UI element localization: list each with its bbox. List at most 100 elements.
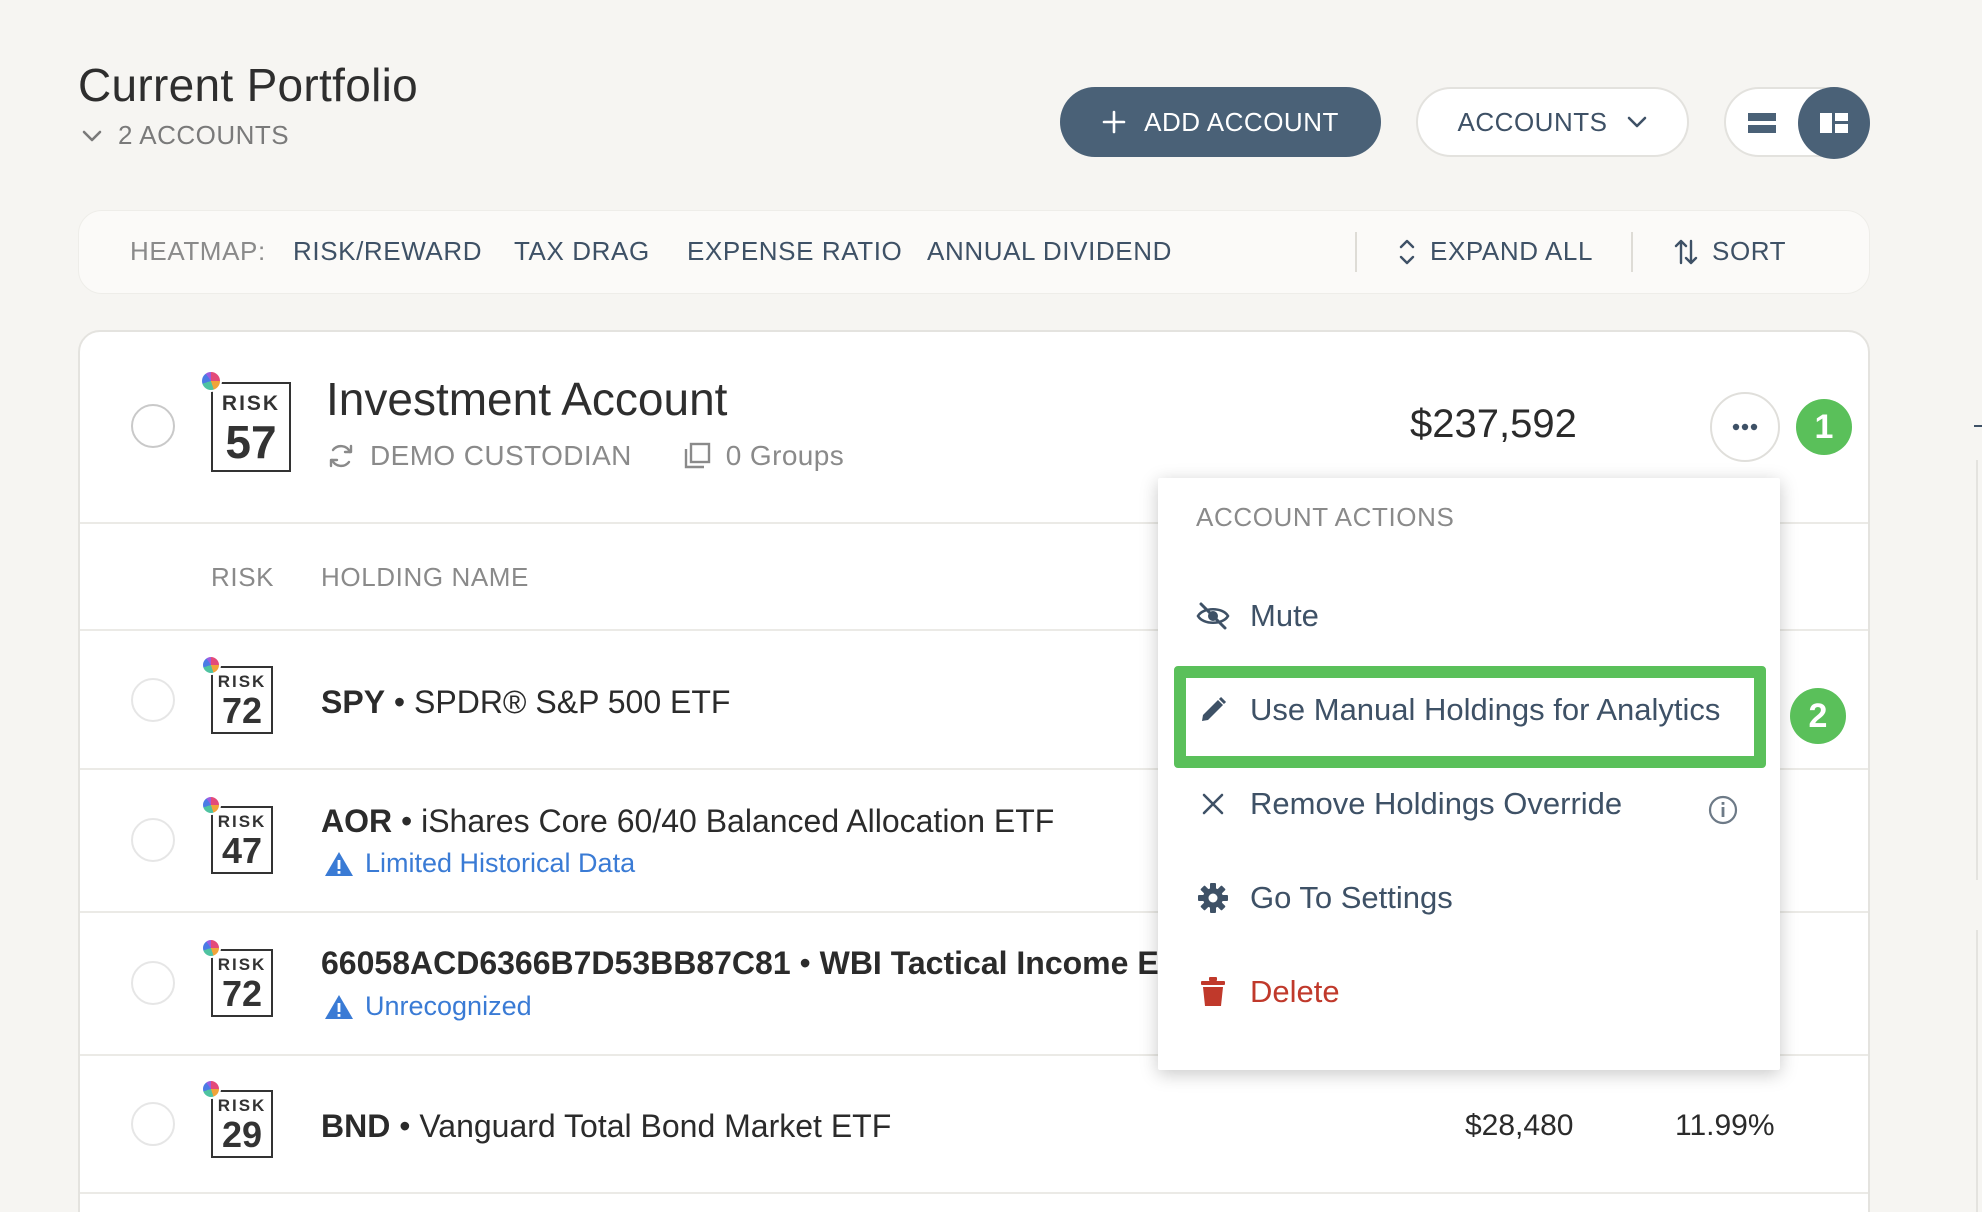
highlight-box [1174, 666, 1766, 768]
holding-name: WBI Tactical Income ETF [819, 945, 1198, 981]
account-select-radio[interactable] [131, 404, 175, 448]
step-1-badge: 1 [1796, 399, 1852, 455]
risk-label: RISK [217, 955, 267, 974]
close-icon [1196, 787, 1230, 821]
holding-name: iShares Core 60/40 Balanced Allocation E… [421, 803, 1055, 839]
account-actions-button[interactable] [1710, 392, 1780, 462]
limited-data-warning[interactable]: Limited Historical Data [323, 848, 635, 879]
risk-label: RISK [221, 392, 281, 415]
holding-value: $28,480 [1465, 1109, 1574, 1142]
heatmap-tax-drag[interactable]: TAX DRAG [514, 236, 650, 267]
step-2-badge: 2 [1790, 688, 1846, 744]
holding-ticker: BND [321, 1108, 391, 1144]
divider [1631, 232, 1633, 272]
holding-ticker: AOR [321, 803, 393, 839]
risk-score: 72 [221, 973, 263, 1014]
risk-score: 47 [221, 830, 263, 871]
holding-title[interactable]: SPY • SPDR® S&P 500 ETF [321, 684, 730, 721]
account-name[interactable]: Investment Account [326, 372, 727, 426]
expand-all-button[interactable]: EXPAND ALL [1398, 236, 1593, 267]
accounts-count-label: 2 ACCOUNTS [118, 120, 290, 150]
eye-slash-icon [1196, 599, 1230, 633]
edge-line [1976, 460, 1978, 880]
menu-item-label: Remove Holdings Override [1250, 786, 1623, 821]
risk-label: RISK [217, 672, 267, 691]
heatmap-expense-ratio[interactable]: EXPENSE RATIO [687, 236, 902, 267]
custodian-label: DEMO CUSTODIAN [370, 440, 632, 471]
holding-title[interactable]: AOR • iShares Core 60/40 Balanced Alloca… [321, 803, 1054, 840]
holding-name: Vanguard Total Bond Market ETF [419, 1108, 892, 1144]
holding-select-radio[interactable] [131, 1102, 175, 1146]
gear-icon [1196, 881, 1230, 915]
risk-indicator-icon [201, 938, 221, 958]
plus-icon [1102, 110, 1126, 134]
risk-label: RISK [217, 812, 267, 831]
chevron-down-icon [1627, 116, 1647, 128]
holding-select-radio[interactable] [131, 678, 175, 722]
expand-all-label: EXPAND ALL [1430, 236, 1594, 266]
accounts-dropdown-button[interactable]: ACCOUNTS [1416, 87, 1689, 157]
view-toggle [1724, 87, 1870, 159]
risk-indicator-icon [201, 655, 221, 675]
holding-risk-badge: RISK 29 [211, 1090, 273, 1158]
page-title: Current Portfolio [78, 59, 419, 111]
holding-risk-badge: RISK 72 [211, 666, 273, 734]
account-actions-menu: ACCOUNT ACTIONS Mute Use Manual Holdings… [1158, 478, 1780, 1070]
risk-indicator-icon [200, 370, 222, 392]
list-view-icon[interactable] [1740, 101, 1784, 145]
add-account-label: ADD ACCOUNT [1144, 106, 1339, 137]
column-header-risk[interactable]: RISK [211, 562, 274, 593]
account-meta: DEMO CUSTODIAN 0 Groups [326, 440, 844, 472]
menu-heading: ACCOUNT ACTIONS [1196, 502, 1455, 532]
holding-select-radio[interactable] [131, 818, 175, 862]
risk-score: 57 [225, 416, 277, 468]
holding-ticker: SPY [321, 684, 386, 720]
holding-percent: 11.99% [1675, 1109, 1775, 1142]
menu-item-delete[interactable]: Delete [1196, 974, 1340, 1010]
more-icon [1732, 423, 1758, 431]
info-icon[interactable] [1708, 795, 1738, 825]
heatmap-risk-reward[interactable]: RISK/REWARD [293, 236, 482, 267]
menu-item-label: Mute [1250, 598, 1319, 633]
groups-label[interactable]: 0 Groups [726, 440, 844, 472]
menu-item-remove-override[interactable]: Remove Holdings Override [1196, 786, 1622, 822]
accounts-count-toggle[interactable]: 2 ACCOUNTS [82, 120, 289, 151]
separator: • [393, 684, 406, 720]
risk-indicator-icon [201, 1079, 221, 1099]
holding-title[interactable]: 66058ACD6366B7D53BB87C81 • WBI Tactical … [321, 945, 1198, 982]
risk-score: 29 [221, 1114, 263, 1155]
trash-icon [1196, 975, 1230, 1009]
separator: • [799, 945, 811, 981]
heatmap-annual-dividend[interactable]: ANNUAL DIVIDEND [927, 236, 1172, 267]
menu-item-mute[interactable]: Mute [1196, 598, 1319, 634]
sort-button[interactable]: SORT [1674, 236, 1786, 267]
holding-select-radio[interactable] [131, 961, 175, 1005]
holding-title[interactable]: BND • Vanguard Total Bond Market ETF [321, 1108, 891, 1145]
account-value: $237,592 [1410, 402, 1577, 446]
holding-ticker: 66058ACD6366B7D53BB87C81 [321, 945, 791, 981]
add-account-button[interactable]: ADD ACCOUNT [1060, 87, 1381, 157]
groups-icon [682, 441, 712, 471]
unrecognized-warning[interactable]: Unrecognized [323, 991, 532, 1022]
divider [80, 1192, 1868, 1194]
card-view-icon[interactable] [1798, 87, 1870, 159]
column-header-holding-name[interactable]: HOLDING NAME [321, 562, 529, 593]
risk-score: 72 [221, 690, 263, 731]
risk-label: RISK [217, 1096, 267, 1115]
holding-risk-badge: RISK 72 [211, 949, 273, 1017]
menu-item-go-to-settings[interactable]: Go To Settings [1196, 880, 1453, 916]
risk-indicator-icon [201, 795, 221, 815]
warning-icon [323, 850, 355, 878]
chevron-down-icon [82, 130, 102, 142]
sort-label: SORT [1712, 236, 1787, 266]
divider [1355, 232, 1357, 272]
separator: • [399, 1108, 411, 1144]
menu-item-label: Go To Settings [1250, 880, 1453, 915]
menu-item-label: Delete [1250, 974, 1340, 1009]
warning-label: Unrecognized [365, 991, 532, 1021]
expand-icon [1398, 237, 1416, 267]
warning-icon [323, 993, 355, 1021]
heatmap-label: HEATMAP: [130, 236, 266, 266]
account-risk-badge: RISK 57 [211, 382, 291, 472]
separator: • [401, 803, 413, 839]
